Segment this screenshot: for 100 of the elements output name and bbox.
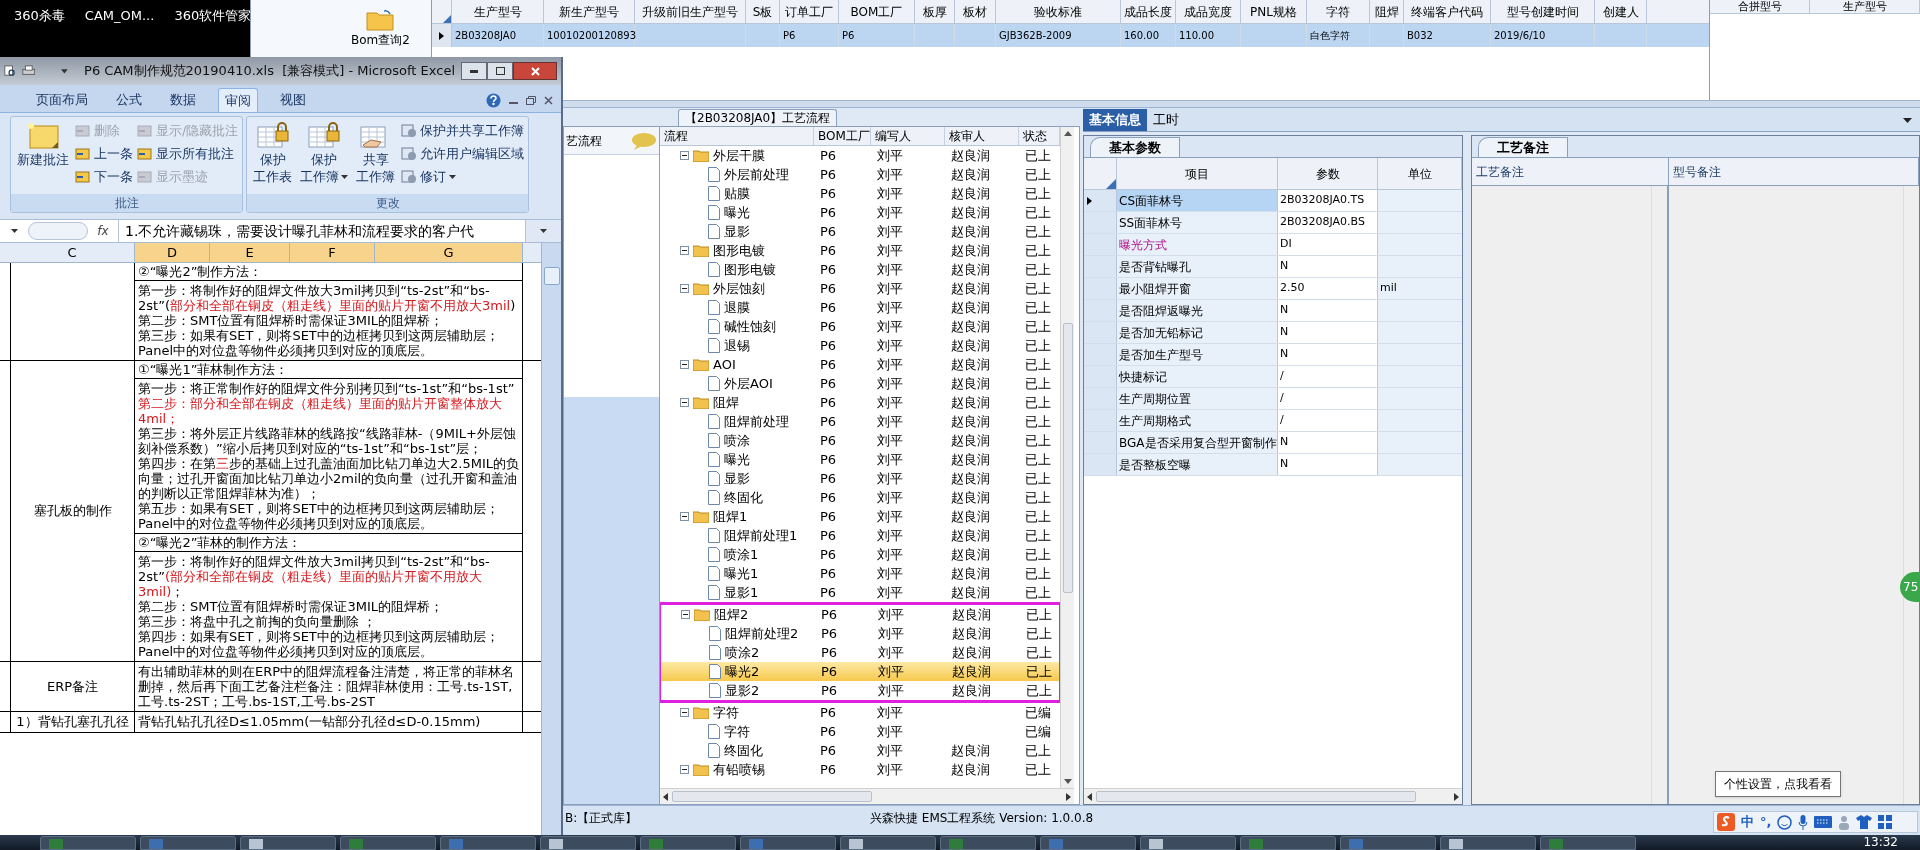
- ribbon-button[interactable]: 保护并共享工作簿: [401, 121, 525, 141]
- side-tab[interactable]: 艺流程: [564, 127, 659, 155]
- collapse-icon[interactable]: [680, 398, 689, 407]
- column-header[interactable]: 成品宽度: [1176, 0, 1241, 23]
- person-icon[interactable]: [1838, 814, 1851, 830]
- collapse-icon[interactable]: [680, 246, 689, 255]
- column-header[interactable]: 终端客户代码: [1404, 0, 1491, 23]
- dropdown-icon[interactable]: [1903, 118, 1912, 123]
- tree-row[interactable]: 曝光 P6 刘平 赵良润 已上: [660, 450, 1060, 469]
- horizontal-scrollbar[interactable]: [1084, 788, 1462, 804]
- input-method-logo-icon[interactable]: [1717, 813, 1735, 831]
- tree-row[interactable]: 阻焊1 P6 刘平 赵良润 已上: [660, 507, 1060, 526]
- punctuation-mode[interactable]: °,: [1760, 812, 1772, 832]
- ribbon-tab[interactable]: 审阅: [218, 88, 258, 112]
- row-selector[interactable]: [1084, 190, 1117, 211]
- column-header[interactable]: 新生产型号: [544, 0, 635, 23]
- tree-row[interactable]: 显影1 P6 刘平 赵良润 已上: [660, 583, 1060, 602]
- tree-row[interactable]: 贴膜 P6 刘平 赵良润 已上: [660, 184, 1060, 203]
- desktop-icon-label[interactable]: 360杀毒: [14, 6, 65, 24]
- tree-row[interactable]: 阻焊前处理 P6 刘平 赵良润 已上: [660, 412, 1060, 431]
- collapse-icon[interactable]: [680, 284, 689, 293]
- column-header[interactable]: 单位: [1378, 158, 1462, 189]
- tree-row[interactable]: 终固化 P6 刘平 赵良润 已上: [660, 488, 1060, 507]
- tree-row[interactable]: 曝光2 P6 刘平 赵良润 已上: [661, 662, 1059, 681]
- column-header[interactable]: BOM工厂: [839, 0, 915, 23]
- horizontal-scrollbar[interactable]: [660, 788, 1074, 804]
- tree-row[interactable]: 喷涂 P6 刘平 赵良润 已上: [660, 431, 1060, 450]
- input-mode[interactable]: 中: [1741, 812, 1754, 832]
- column-header[interactable]: 板厚: [915, 0, 955, 23]
- collapse-icon[interactable]: [680, 708, 689, 717]
- tree-row[interactable]: 外层AOI P6 刘平 赵良润 已上: [660, 374, 1060, 393]
- ribbon-button[interactable]: 下一条: [75, 167, 133, 187]
- column-header[interactable]: BOM工厂: [814, 127, 871, 145]
- panel-title-tab[interactable]: 【2B03208JA0】工艺流程: [678, 109, 838, 126]
- tree-row[interactable]: 阻焊前处理1 P6 刘平 赵良润 已上: [660, 526, 1060, 545]
- tree-row[interactable]: 曝光1 P6 刘平 赵良润 已上: [660, 564, 1060, 583]
- column-header[interactable]: 板材: [955, 0, 996, 23]
- column-header[interactable]: 型号备注: [1669, 158, 1919, 185]
- ribbon-button[interactable]: 共享 工作簿: [354, 121, 398, 194]
- clock[interactable]: 13:32: [1863, 835, 1920, 849]
- tree-row[interactable]: 阻焊2 P6 刘平 赵良润 已上: [661, 605, 1059, 624]
- splitter[interactable]: [563, 100, 1920, 108]
- collapse-icon[interactable]: [680, 360, 689, 369]
- close-button[interactable]: [513, 62, 557, 80]
- taskbar-button[interactable]: [1140, 836, 1236, 850]
- ribbon-tab[interactable]: 视图: [274, 88, 312, 112]
- taskbar-button[interactable]: [840, 836, 936, 850]
- tree-row[interactable]: 外层蚀刻 P6 刘平 赵良润 已上: [660, 279, 1060, 298]
- column-header[interactable]: G: [375, 243, 523, 262]
- tree-row[interactable]: 字符 P6 刘平 已编: [660, 722, 1060, 741]
- column-header[interactable]: 升级前旧生产型号: [635, 0, 746, 23]
- desktop-icon-label[interactable]: CAM_OM...: [84, 6, 155, 24]
- tree-row[interactable]: 显影 P6 刘平 赵良润 已上: [660, 222, 1060, 241]
- tree-row[interactable]: 终固化 P6 刘平 赵良润 已上: [660, 741, 1060, 760]
- column-header[interactable]: D: [135, 243, 210, 262]
- shirt-icon[interactable]: [1856, 815, 1873, 829]
- column-header[interactable]: PNL规格: [1241, 0, 1307, 23]
- ribbon-button[interactable]: 上一条: [75, 144, 133, 164]
- column-header[interactable]: 编写人: [871, 127, 945, 145]
- panel-tab[interactable]: 基本参数: [1090, 137, 1180, 157]
- column-header[interactable]: S板: [746, 0, 780, 23]
- tree-row[interactable]: 外层干膜 P6 刘平 赵良润 已上: [660, 146, 1060, 165]
- ribbon-tab[interactable]: 页面布局: [30, 88, 94, 112]
- bom-query-button[interactable]: Bom查询2: [351, 2, 410, 56]
- collapse-icon[interactable]: [681, 610, 690, 619]
- column-header[interactable]: E: [210, 243, 290, 262]
- tree-row[interactable]: 外层前处理 P6 刘平 赵良润 已上: [660, 165, 1060, 184]
- vertical-scrollbar[interactable]: [1060, 127, 1074, 788]
- column-header[interactable]: 创建人: [1595, 0, 1647, 23]
- tree-row[interactable]: 图形电镀 P6 刘平 赵良润 已上: [660, 241, 1060, 260]
- panel-tab[interactable]: 工艺备注: [1478, 137, 1568, 157]
- maximize-button[interactable]: [487, 62, 513, 80]
- tree-row[interactable]: AOI P6 刘平 赵良润 已上: [660, 355, 1060, 374]
- tree-row[interactable]: 字符 P6 刘平 已编: [660, 703, 1060, 722]
- keyboard-icon[interactable]: [1814, 816, 1833, 828]
- column-header[interactable]: 工艺备注: [1472, 158, 1669, 185]
- function-label[interactable]: fx: [88, 222, 118, 240]
- column-header[interactable]: 验收标准: [996, 0, 1121, 23]
- column-header[interactable]: 生产型号: [1810, 0, 1920, 13]
- tree-row[interactable]: 喷涂1 P6 刘平 赵良润 已上: [660, 545, 1060, 564]
- ribbon-button[interactable]: 显示所有批注: [137, 144, 239, 164]
- formula-expand-button[interactable]: [525, 220, 561, 242]
- column-header[interactable]: F: [290, 243, 375, 262]
- table-row[interactable]: 2B03208JA0 10010200120893 P6 P6 GJB362B-2009 160.00 110.00 白色字符 B032 2019/6/10: [432, 24, 1709, 47]
- tree-row[interactable]: 碱性蚀刻 P6 刘平 赵良润 已上: [660, 317, 1060, 336]
- tree-row[interactable]: 阻焊 P6 刘平 赵良润 已上: [660, 393, 1060, 412]
- tree-row[interactable]: 阻焊前处理2 P6 刘平 赵良润 已上: [661, 624, 1059, 643]
- ribbon-button[interactable]: 修订: [401, 167, 525, 187]
- tree-row[interactable]: 图形电镀 P6 刘平 赵良润 已上: [660, 260, 1060, 279]
- ribbon-button[interactable]: 保护 工作表: [251, 121, 295, 194]
- column-header[interactable]: 合拼型号: [1710, 0, 1810, 13]
- vertical-scrollbar[interactable]: [541, 243, 561, 835]
- column-header[interactable]: 参数: [1278, 158, 1378, 189]
- taskbar-button[interactable]: [1440, 836, 1536, 850]
- smiley-icon[interactable]: [1777, 814, 1793, 830]
- tree-row[interactable]: 显影 P6 刘平 赵良润 已上: [660, 469, 1060, 488]
- info-tab[interactable]: 基本信息: [1083, 109, 1147, 131]
- column-header[interactable]: 字符: [1307, 0, 1370, 23]
- column-header[interactable]: 流程: [660, 127, 814, 145]
- taskbar-button[interactable]: [240, 836, 336, 850]
